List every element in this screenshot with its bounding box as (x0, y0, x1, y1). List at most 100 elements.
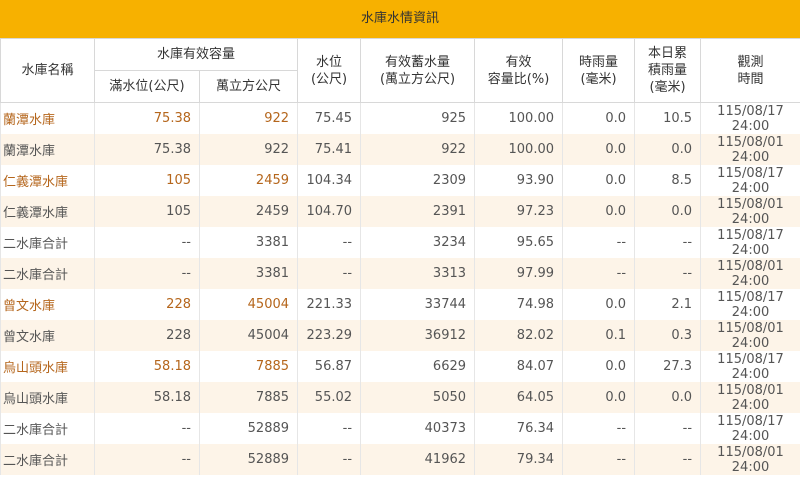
header-ratio: 有效 容量比(%) (474, 38, 564, 103)
hourly-rain-cell: 0.0 (562, 351, 636, 382)
full-level-cell: 75.38 (94, 134, 200, 165)
hourly-rain-cell: 0.0 (562, 134, 636, 165)
storage-cell: 33744 (360, 289, 476, 320)
header-line: (毫米) (649, 80, 686, 95)
header-line: 時雨量 (579, 54, 619, 70)
full-level-cell: -- (94, 258, 200, 289)
obs-time-cell: 115/08/17 24:00 (700, 413, 800, 444)
obs-time-cell: 115/08/01 24:00 (700, 196, 800, 227)
capacity-cell: 3381 (198, 258, 299, 289)
obs-time-cell: 115/08/01 24:00 (700, 258, 800, 289)
full-level-cell: 228 (94, 289, 200, 320)
ratio-cell: 100.00 (474, 134, 564, 165)
ratio-cell: 93.90 (474, 165, 564, 196)
reservoir-name-cell: 二水庫合計 (0, 413, 95, 444)
header-line: (毫米) (580, 71, 617, 87)
obs-time-cell: 115/08/01 24:00 (700, 444, 800, 475)
reservoir-name-cell[interactable]: 烏山頭水庫 (0, 351, 95, 382)
hourly-rain-cell: 0.0 (562, 165, 636, 196)
table-row: 仁義潭水庫 105 2459 104.70 2391 97.23 0.0 0.0 115/08/… (0, 196, 800, 227)
reservoir-name-cell: 二水庫合計 (0, 444, 95, 475)
header-capacity-volume: 萬立方公尺 (198, 70, 299, 103)
obs-time-cell: 115/08/17 24:00 (700, 102, 800, 134)
daily-rain-cell: 27.3 (634, 351, 702, 382)
capacity-cell: 2459 (198, 165, 299, 196)
header-line: 容量比(%) (487, 71, 550, 87)
water-level-cell: -- (297, 413, 362, 444)
water-level-cell: 221.33 (297, 289, 362, 320)
header-hourly-rain: 時雨量 (毫米) (562, 38, 636, 103)
storage-cell: 2309 (360, 165, 476, 196)
reservoir-name-cell: 曾文水庫 (0, 320, 95, 351)
reservoir-table: 水庫名稱 水庫有效容量 水位 (公尺) 有效蓄水量 (萬立方公尺) 有效 容量比(%)… (0, 38, 800, 475)
ratio-cell: 100.00 (474, 102, 564, 134)
header-line: (公尺) (310, 71, 348, 87)
reservoir-name-cell[interactable]: 曾文水庫 (0, 289, 95, 320)
ratio-cell: 97.99 (474, 258, 564, 289)
page-title: 水庫水情資訊 (0, 0, 800, 38)
daily-rain-cell: -- (634, 444, 702, 475)
hourly-rain-cell: -- (562, 444, 636, 475)
header-line: 有效蓄水量 (385, 54, 451, 70)
water-level-cell: -- (297, 227, 362, 258)
full-level-cell: 58.18 (94, 351, 200, 382)
water-level-cell: -- (297, 444, 362, 475)
ratio-cell: 97.23 (474, 196, 564, 227)
full-level-cell: -- (94, 227, 200, 258)
daily-rain-cell: 10.5 (634, 102, 702, 134)
ratio-cell: 95.65 (474, 227, 564, 258)
water-level-cell: 75.41 (297, 134, 362, 165)
capacity-cell: 7885 (198, 351, 299, 382)
storage-cell: 41962 (360, 444, 476, 475)
full-level-cell: 228 (94, 320, 200, 351)
capacity-cell: 3381 (198, 227, 299, 258)
hourly-rain-cell: 0.0 (562, 289, 636, 320)
water-level-cell: 223.29 (297, 320, 362, 351)
storage-cell: 3313 (360, 258, 476, 289)
capacity-cell: 52889 (198, 444, 299, 475)
table-row: 蘭潭水庫 75.38 922 75.45 925 100.00 0.0 10.5 115/08/… (0, 102, 800, 134)
table-row: 二水庫合計 -- 52889 -- 41962 79.34 -- -- 115/08/01 24… (0, 444, 800, 475)
daily-rain-cell: 0.0 (634, 196, 702, 227)
reservoir-name-cell: 二水庫合計 (0, 227, 95, 258)
reservoir-name-cell: 烏山頭水庫 (0, 382, 95, 413)
obs-time-cell: 115/08/01 24:00 (700, 320, 800, 351)
ratio-cell: 84.07 (474, 351, 564, 382)
daily-rain-cell: 0.3 (634, 320, 702, 351)
ratio-cell: 64.05 (474, 382, 564, 413)
ratio-cell: 79.34 (474, 444, 564, 475)
full-level-cell: 105 (94, 196, 200, 227)
full-level-cell: 105 (94, 165, 200, 196)
table-row: 仁義潭水庫 105 2459 104.34 2309 93.90 0.0 8.5 115/08/… (0, 165, 800, 196)
header-obs-time: 觀測 時間 (700, 38, 800, 103)
obs-time-cell: 115/08/01 24:00 (700, 134, 800, 165)
hourly-rain-cell: 0.1 (562, 320, 636, 351)
capacity-cell: 922 (198, 134, 299, 165)
full-level-cell: -- (94, 413, 200, 444)
header-line: 積雨量 (648, 63, 688, 78)
header-daily-rain: 本日累 積雨量 (毫米) (634, 38, 702, 103)
header-line: 有效 (505, 54, 532, 70)
capacity-cell: 2459 (198, 196, 299, 227)
obs-time-cell: 115/08/17 24:00 (700, 351, 800, 382)
daily-rain-cell: -- (634, 413, 702, 444)
obs-time-cell: 115/08/17 24:00 (700, 165, 800, 196)
water-level-cell: -- (297, 258, 362, 289)
water-level-cell: 56.87 (297, 351, 362, 382)
header-reservoir-name: 水庫名稱 (0, 38, 95, 103)
reservoir-name-cell[interactable]: 仁義潭水庫 (0, 165, 95, 196)
storage-cell: 40373 (360, 413, 476, 444)
storage-cell: 925 (360, 102, 476, 134)
header-line: (萬立方公尺) (379, 71, 456, 87)
table-row: 二水庫合計 -- 3381 -- 3313 97.99 -- -- 115/08/01 24:0… (0, 258, 800, 289)
reservoir-name-cell: 二水庫合計 (0, 258, 95, 289)
storage-cell: 3234 (360, 227, 476, 258)
ratio-cell: 74.98 (474, 289, 564, 320)
hourly-rain-cell: -- (562, 258, 636, 289)
reservoir-name-cell: 仁義潭水庫 (0, 196, 95, 227)
table-row: 烏山頭水庫 58.18 7885 56.87 6629 84.07 0.0 27.3 115/0… (0, 351, 800, 382)
daily-rain-cell: -- (634, 258, 702, 289)
reservoir-name-cell[interactable]: 蘭潭水庫 (0, 102, 95, 134)
water-level-cell: 104.70 (297, 196, 362, 227)
capacity-cell: 45004 (198, 320, 299, 351)
